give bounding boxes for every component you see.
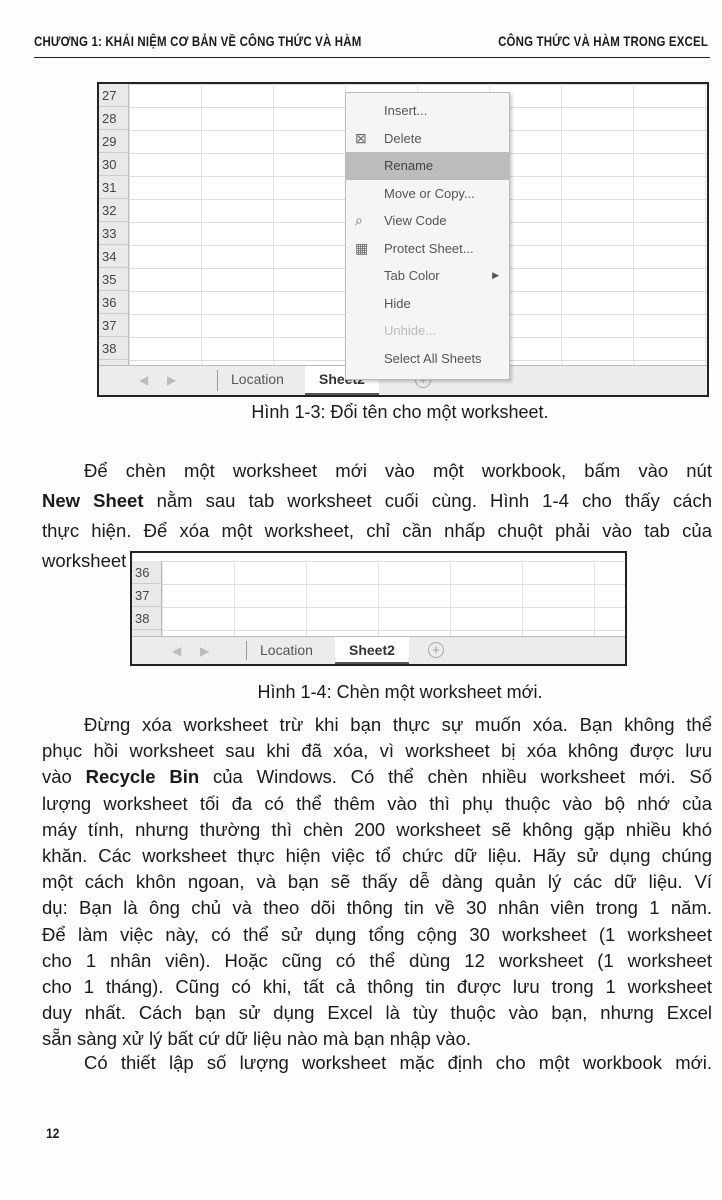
- submenu-arrow-icon: ▶: [492, 270, 499, 280]
- menu-item-label: Delete: [384, 130, 422, 146]
- row-header: 28: [99, 107, 128, 130]
- text: máy tính, nhưng thường thì chèn 200 work…: [42, 818, 712, 840]
- row-headers: 27 28 29 30 31 32 33 34 35 36 37 38: [99, 84, 129, 369]
- bold-term: Recycle Bin: [85, 766, 200, 788]
- menu-item-label: View Code: [384, 213, 447, 228]
- text-line: một cách khôn ngoan, và bạn sẽ thấy dễ d…: [42, 869, 712, 895]
- text: Để chèn một worksheet mới vào một workbo…: [84, 460, 712, 481]
- paragraph-3: Có thiết lập số lượng worksheet mặc định…: [42, 1050, 712, 1076]
- menu-item-move-or-copy[interactable]: Move or Copy...: [346, 180, 509, 208]
- row-header: 38: [99, 337, 128, 360]
- text: thực hiện. Để xóa một worksheet, chỉ cần…: [42, 520, 712, 541]
- menu-item-label: Select All Sheets: [384, 350, 482, 366]
- menu-item-label: Insert...: [384, 103, 428, 118]
- row-header: 31: [99, 176, 128, 199]
- cell-grid: [162, 561, 625, 643]
- text-line: thực hiện. Để xóa một worksheet, chỉ cần…: [42, 516, 712, 546]
- bold-term: New Sheet: [42, 490, 144, 511]
- menu-item-protect-sheet[interactable]: ▦ Protect Sheet...: [346, 235, 509, 263]
- menu-item-rename[interactable]: Rename: [346, 152, 509, 180]
- text-line: duy nhất. Cách bạn sử dụng Excel là tùy …: [42, 1000, 712, 1026]
- text: sẵn sàng xử lý bất cứ dữ liệu nào mà bạn…: [42, 1028, 471, 1050]
- sheet-context-menu: Insert... ⊠ Delete Rename Move or Copy... ⌕ Vi…: [345, 92, 510, 380]
- menu-item-insert[interactable]: Insert...: [346, 97, 509, 125]
- text: dụ: Bạn là ông chủ và theo dõi thông tin…: [42, 897, 712, 919]
- menu-item-unhide: Unhide...: [346, 317, 509, 345]
- figure-1-caption: Hình 1-3: Đổi tên cho một worksheet.: [251, 402, 549, 422]
- menu-item-label: Unhide...: [384, 323, 437, 338]
- text: cho 1 nhân viên). Hoặc cũng có thể dùng …: [42, 949, 712, 971]
- text: của Windows. Có thể chèn nhiều worksheet…: [199, 766, 712, 788]
- menu-item-tab-color[interactable]: Tab Color ▶: [346, 262, 509, 290]
- prev-sheet-icon[interactable]: ◀: [172, 637, 181, 664]
- text: cho 1 tháng). Cũng có khi, tất cả thông …: [42, 976, 712, 998]
- tab-sheet2[interactable]: Sheet2: [335, 637, 409, 664]
- prev-sheet-icon[interactable]: ◀: [139, 366, 148, 394]
- menu-item-hide[interactable]: Hide: [346, 290, 509, 318]
- text-line: Để làm việc này, có thể sử dụng tổng cộn…: [42, 922, 712, 948]
- row-header: 33: [99, 222, 128, 245]
- page-number: 12: [46, 1125, 60, 1141]
- text: Đừng xóa worksheet trừ khi bạn thực sự m…: [84, 714, 712, 735]
- running-header-chapter: CHƯƠNG 1: KHÁI NIỆM CƠ BẢN VỀ CÔNG THỨC …: [34, 33, 362, 49]
- figure-2-caption: Hình 1-4: Chèn một worksheet mới.: [257, 682, 543, 702]
- text-line: dụ: Bạn là ông chủ và theo dõi thông tin…: [42, 895, 712, 921]
- text-line: khăn. Các worksheet thực hiện việc tổ ch…: [42, 843, 712, 869]
- next-sheet-icon[interactable]: ▶: [200, 637, 209, 664]
- text-line: vào Recycle Bin của Windows. Có thể chèn…: [42, 764, 712, 790]
- row-header: 34: [99, 245, 128, 268]
- menu-item-label: Tab Color: [384, 268, 440, 283]
- text-line: Để chèn một worksheet mới vào một workbo…: [42, 456, 712, 486]
- text-line: Đừng xóa worksheet trừ khi bạn thực sự m…: [42, 712, 712, 738]
- text: vào: [42, 766, 86, 788]
- row-headers: 36 37 38: [132, 561, 162, 643]
- view-code-icon: ⌕: [355, 212, 363, 228]
- delete-sheet-icon: ⊠: [355, 129, 367, 146]
- row-header: 35: [99, 268, 128, 291]
- tab-location[interactable]: Location: [246, 637, 327, 664]
- row-header: 29: [99, 130, 128, 153]
- row-header: 30: [99, 153, 128, 176]
- text: nằm sau tab worksheet cuối cùng. Hình 1-…: [143, 490, 712, 511]
- menu-item-select-all-sheets[interactable]: Select All Sheets: [346, 345, 509, 373]
- text-line: máy tính, nhưng thường thì chèn 200 work…: [42, 817, 712, 843]
- running-header-book: CÔNG THỨC VÀ HÀM TRONG EXCEL: [498, 33, 708, 49]
- text: Có thiết lập số lượng worksheet mặc định…: [84, 1052, 712, 1073]
- text-line: phục hồi worksheet sau khi đã xóa, vì wo…: [42, 738, 712, 764]
- protect-sheet-icon: ▦: [355, 239, 369, 256]
- text-line: Có thiết lập số lượng worksheet mặc định…: [42, 1050, 712, 1076]
- header-rule: [34, 57, 710, 58]
- text-line: cho 1 nhân viên). Hoặc cũng có thể dùng …: [42, 948, 712, 974]
- row-header: 37: [132, 584, 161, 607]
- next-sheet-icon[interactable]: ▶: [167, 366, 176, 394]
- text: Để làm việc này, có thể sử dụng tổng cộn…: [42, 923, 712, 945]
- menu-item-view-code[interactable]: ⌕ View Code: [346, 207, 509, 235]
- row-header: 32: [99, 199, 128, 222]
- menu-item-label: Protect Sheet...: [384, 240, 474, 256]
- row-header: 37: [99, 314, 128, 337]
- paragraph-2: Đừng xóa worksheet trừ khi bạn thực sự m…: [42, 712, 712, 1053]
- text-line: New Sheet nằm sau tab worksheet cuối cùn…: [42, 486, 712, 516]
- text-line: lượng worksheet tối đa có thể thêm vào t…: [42, 791, 712, 817]
- text-line: cho 1 tháng). Cũng có khi, tất cả thông …: [42, 974, 712, 1000]
- row-header: 36: [99, 291, 128, 314]
- menu-item-label: Move or Copy...: [384, 185, 475, 201]
- new-sheet-icon[interactable]: +: [428, 642, 444, 658]
- text: duy nhất. Cách bạn sử dụng Excel là tùy …: [42, 1002, 712, 1024]
- tab-location[interactable]: Location: [217, 366, 298, 395]
- text: phục hồi worksheet sau khi đã xóa, vì wo…: [42, 740, 712, 762]
- text: một cách khôn ngoan, và bạn sẽ thấy dễ d…: [42, 871, 712, 893]
- text: khăn. Các worksheet thực hiện việc tổ ch…: [42, 845, 712, 867]
- figure-2-screenshot: 36 37 38 ◀ ▶ Location Sheet2 +: [130, 551, 627, 666]
- row-header: 36: [132, 561, 161, 584]
- text-line: sẵn sàng xử lý bất cứ dữ liệu nào mà bạn…: [42, 1026, 712, 1052]
- menu-item-delete[interactable]: ⊠ Delete: [346, 125, 509, 153]
- row-header: 38: [132, 607, 161, 630]
- text: lượng worksheet tối đa có thể thêm vào t…: [42, 792, 712, 814]
- menu-item-label: Hide: [384, 295, 411, 311]
- sheet-tab-bar: ◀ ▶ Location Sheet2 +: [132, 636, 625, 664]
- row-header: 27: [99, 84, 128, 107]
- menu-item-label: Rename: [384, 158, 434, 173]
